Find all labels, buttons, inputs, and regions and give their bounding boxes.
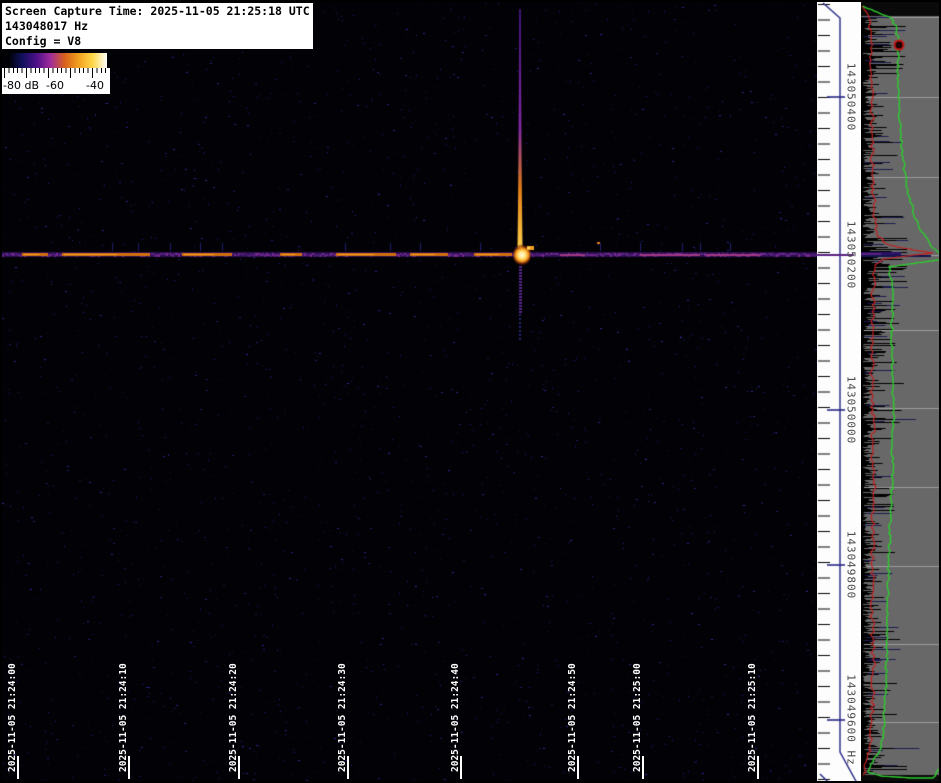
time-tick [460, 756, 462, 779]
colorbar-label--40db: -40 [86, 79, 104, 92]
time-tick [17, 756, 19, 779]
time-tick [757, 756, 759, 779]
time-tick [238, 756, 240, 779]
colorbar-scale: -80 dB -60 -40 [2, 68, 110, 94]
frequency-tick-label: 143050200 [845, 221, 858, 290]
spectrum-side-panel [861, 0, 941, 783]
frequency-tick-label: 143049800 [845, 531, 858, 600]
frequency-tick-label: 143050000 [845, 376, 858, 445]
frequency-tick-label: 143049600 Hz [845, 674, 858, 765]
time-tick [347, 756, 349, 779]
capture-info-box: Screen Capture Time: 2025-11-05 21:25:18… [2, 3, 313, 49]
center-frequency-text: 143048017 Hz [5, 19, 310, 34]
colorbar-label--60db: -60 [46, 79, 64, 92]
screen-capture: 143050400 143050200 143050000 143049800 1430… [0, 0, 941, 783]
colorbar-gradient [8, 53, 107, 68]
colorbar-label--80db: -80 dB [3, 79, 39, 92]
amplitude-colorbar: -80 dB -60 -40 [2, 53, 110, 95]
time-tick [128, 756, 130, 779]
time-tick [577, 756, 579, 779]
colorbar-major-ticks [4, 68, 108, 78]
time-tick [642, 756, 644, 779]
capture-time-text: Screen Capture Time: 2025-11-05 21:25:18… [5, 4, 310, 19]
config-text: Config = V8 [5, 34, 310, 49]
frequency-tick-label: 143050400 [845, 63, 858, 132]
